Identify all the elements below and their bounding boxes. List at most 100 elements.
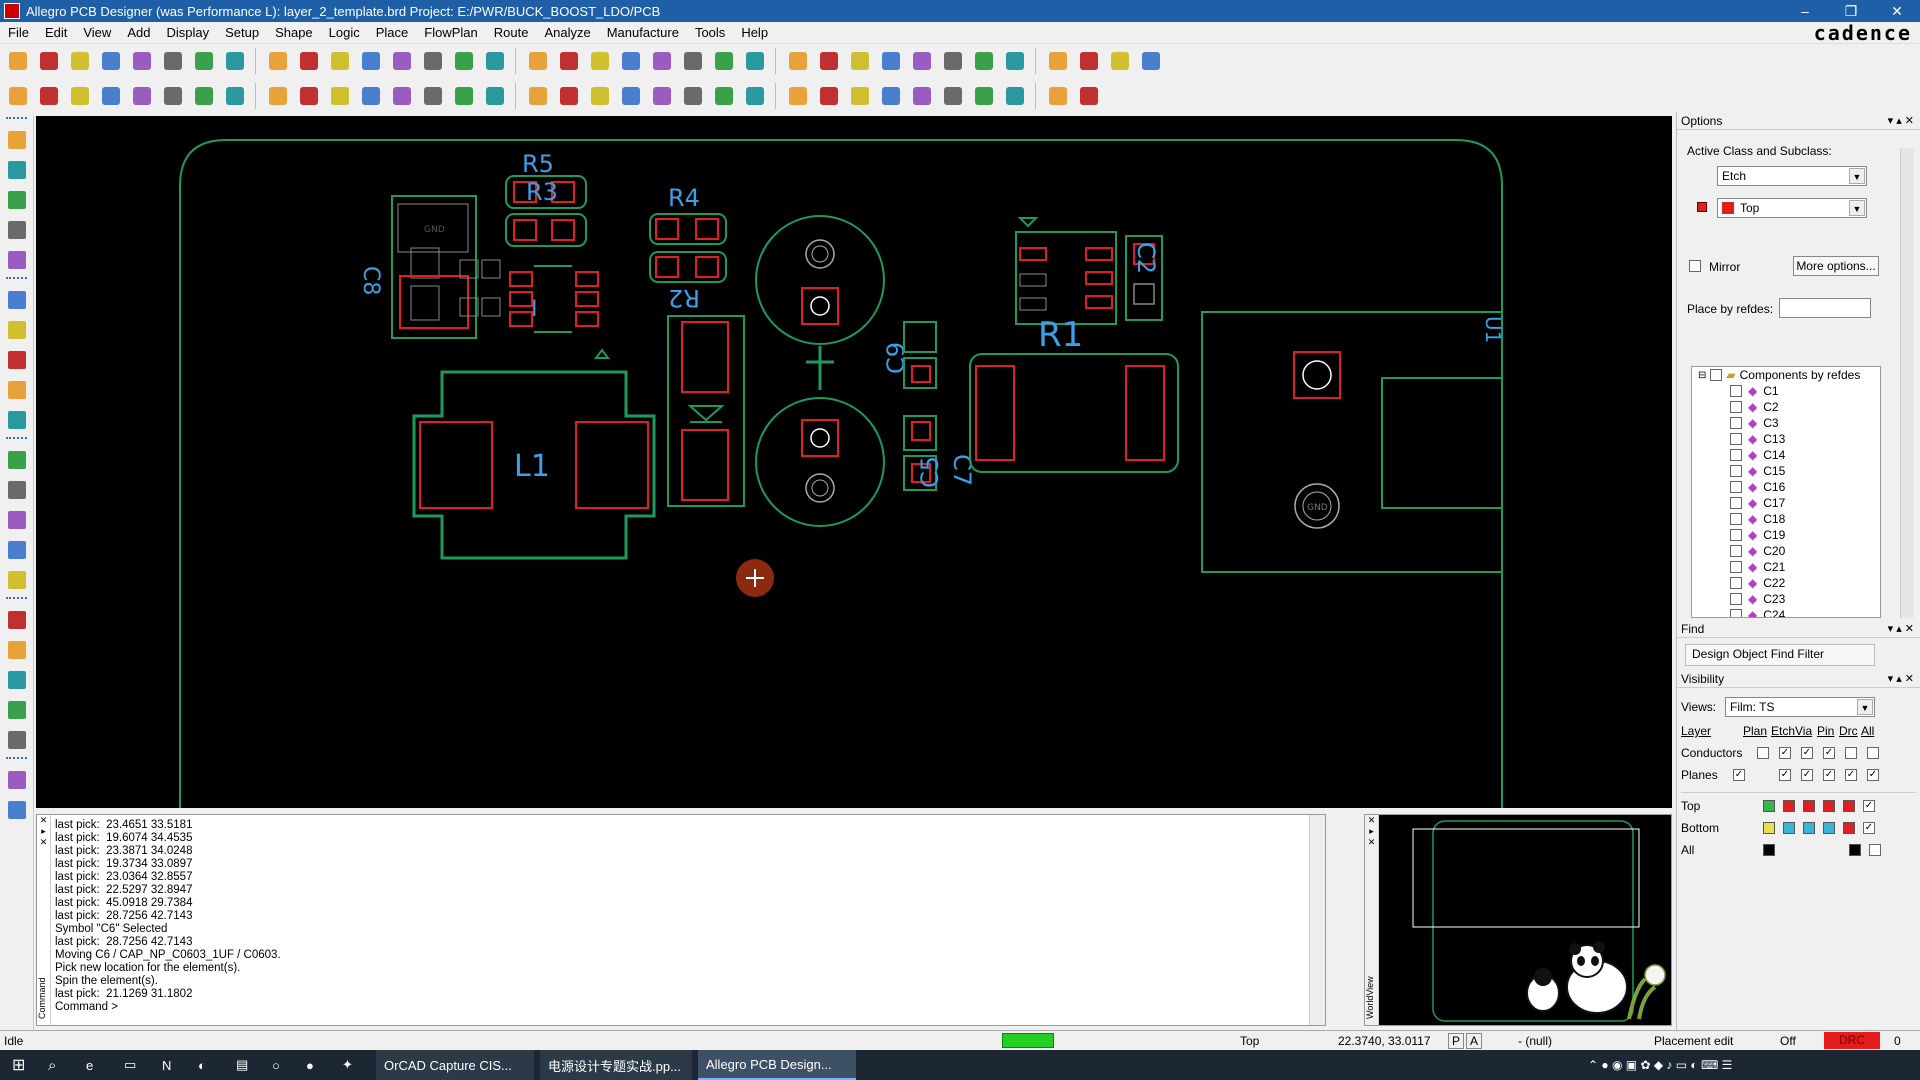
status-drc[interactable]: DRC — [1824, 1032, 1880, 1049]
bottom-etch-swatch[interactable] — [1783, 822, 1795, 834]
bottom-pin-swatch[interactable] — [1823, 822, 1835, 834]
secondary-tool-21-icon[interactable] — [648, 82, 676, 110]
main-tool-14-icon[interactable] — [419, 47, 447, 75]
search-icon[interactable]: ⌕ — [40, 1050, 64, 1080]
main-tool-8-icon[interactable] — [221, 47, 249, 75]
menu-help[interactable]: Help — [733, 25, 776, 40]
left-tool-3-icon[interactable] — [4, 187, 30, 213]
menu-route[interactable]: Route — [486, 25, 537, 40]
left-tool-5-icon[interactable] — [4, 247, 30, 273]
command-scrollbar[interactable] — [1309, 815, 1325, 1025]
tree-item[interactable]: ◆ C15 — [1692, 463, 1880, 479]
left-tool-12-icon[interactable] — [4, 477, 30, 503]
tree-item[interactable]: ◆ C3 — [1692, 415, 1880, 431]
main-tool-16-icon[interactable] — [481, 47, 509, 75]
bottom-drc-swatch[interactable] — [1843, 822, 1855, 834]
left-tool-21-icon[interactable] — [4, 767, 30, 793]
tree-item[interactable]: ◆ C14 — [1692, 447, 1880, 463]
top-via-swatch[interactable] — [1803, 800, 1815, 812]
panel-controls-icon[interactable]: ▾ ▴ ✕ — [1888, 114, 1914, 127]
task-powerpoint[interactable]: 电源设计专题实战.pp... — [540, 1050, 692, 1080]
left-tool-11-icon[interactable] — [4, 447, 30, 473]
menu-manufacture[interactable]: Manufacture — [599, 25, 687, 40]
menu-logic[interactable]: Logic — [321, 25, 368, 40]
planes-plan-checkbox[interactable]: ✓ — [1733, 769, 1745, 781]
left-tool-2-icon[interactable] — [4, 157, 30, 183]
secondary-tool-3-icon[interactable] — [66, 82, 94, 110]
main-tool-19-icon[interactable] — [586, 47, 614, 75]
secondary-tool-9-icon[interactable] — [264, 82, 292, 110]
secondary-tool-1-icon[interactable] — [4, 82, 32, 110]
planes-etch-checkbox[interactable]: ✓ — [1779, 769, 1791, 781]
left-tool-22-icon[interactable] — [4, 797, 30, 823]
secondary-tool-20-icon[interactable] — [617, 82, 645, 110]
top-drc-swatch[interactable] — [1843, 800, 1855, 812]
secondary-tool-34-icon[interactable] — [1075, 82, 1103, 110]
secondary-tool-25-icon[interactable] — [784, 82, 812, 110]
main-tool-2-icon[interactable] — [35, 47, 63, 75]
tree-item[interactable]: ◆ C18 — [1692, 511, 1880, 527]
left-tool-6-icon[interactable] — [4, 287, 30, 313]
main-tool-35-icon[interactable] — [1106, 47, 1134, 75]
secondary-tool-32-icon[interactable] — [1001, 82, 1029, 110]
tree-item[interactable]: ◆ C19 — [1692, 527, 1880, 543]
main-tool-33-icon[interactable] — [1044, 47, 1072, 75]
secondary-tool-18-icon[interactable] — [555, 82, 583, 110]
main-tool-22-icon[interactable] — [679, 47, 707, 75]
main-tool-5-icon[interactable] — [128, 47, 156, 75]
world-view[interactable]: ✕ ▸ ✕ WorldView — [1364, 814, 1672, 1026]
main-tool-15-icon[interactable] — [450, 47, 478, 75]
more-options-button[interactable]: More options... — [1793, 256, 1879, 276]
start-icon[interactable]: ⊞ — [4, 1050, 33, 1080]
menu-place[interactable]: Place — [368, 25, 417, 40]
main-tool-17-icon[interactable] — [524, 47, 552, 75]
left-tool-19-icon[interactable] — [4, 697, 30, 723]
main-tool-25-icon[interactable] — [784, 47, 812, 75]
bottom-all-checkbox[interactable]: ✓ — [1863, 822, 1875, 834]
main-tool-3-icon[interactable] — [66, 47, 94, 75]
secondary-tool-26-icon[interactable] — [815, 82, 843, 110]
left-tool-8-icon[interactable] — [4, 347, 30, 373]
secondary-tool-23-icon[interactable] — [710, 82, 738, 110]
tree-item[interactable]: ◆ C23 — [1692, 591, 1880, 607]
menu-analyze[interactable]: Analyze — [536, 25, 598, 40]
planes-all-checkbox[interactable]: ✓ — [1867, 769, 1879, 781]
panel-controls-icon[interactable]: ▾ ▴ ✕ — [1888, 672, 1914, 685]
menu-tools[interactable]: Tools — [687, 25, 733, 40]
secondary-tool-30-icon[interactable] — [939, 82, 967, 110]
main-tool-28-icon[interactable] — [877, 47, 905, 75]
views-select[interactable]: Film: TS ▼ — [1725, 697, 1875, 717]
secondary-tool-7-icon[interactable] — [190, 82, 218, 110]
status-p-toggle[interactable]: P — [1448, 1033, 1465, 1049]
tree-item[interactable]: ◆ C13 — [1692, 431, 1880, 447]
design-canvas[interactable]: GND C8 I R5 R3 R4 R2 L1 C9 C7 C5 C2 R1 G… — [36, 116, 1672, 808]
class-select[interactable]: Etch ▼ — [1717, 166, 1867, 186]
bottom-via-swatch[interactable] — [1803, 822, 1815, 834]
main-tool-18-icon[interactable] — [555, 47, 583, 75]
panel-controls-icon[interactable]: ▾ ▴ ✕ — [1888, 622, 1914, 635]
main-tool-20-icon[interactable] — [617, 47, 645, 75]
main-tool-6-icon[interactable] — [159, 47, 187, 75]
main-tool-24-icon[interactable] — [741, 47, 769, 75]
secondary-tool-11-icon[interactable] — [326, 82, 354, 110]
left-tool-1-icon[interactable] — [4, 127, 30, 153]
menu-setup[interactable]: Setup — [217, 25, 267, 40]
restore-button[interactable]: ❐ — [1828, 3, 1874, 20]
all-drc-swatch[interactable] — [1849, 844, 1861, 856]
secondary-tool-24-icon[interactable] — [741, 82, 769, 110]
left-tool-7-icon[interactable] — [4, 317, 30, 343]
main-tool-4-icon[interactable] — [97, 47, 125, 75]
main-tool-31-icon[interactable] — [970, 47, 998, 75]
tree-item[interactable]: ◆ C21 — [1692, 559, 1880, 575]
main-tool-1-icon[interactable] — [4, 47, 32, 75]
secondary-tool-19-icon[interactable] — [586, 82, 614, 110]
secondary-tool-17-icon[interactable] — [524, 82, 552, 110]
conductors-pin-checkbox[interactable]: ✓ — [1823, 747, 1835, 759]
secondary-tool-4-icon[interactable] — [97, 82, 125, 110]
task-orcad[interactable]: OrCAD Capture CIS... — [376, 1050, 534, 1080]
secondary-tool-31-icon[interactable] — [970, 82, 998, 110]
all-all-checkbox[interactable] — [1869, 844, 1881, 856]
secondary-tool-16-icon[interactable] — [481, 82, 509, 110]
onenote-icon[interactable]: N — [154, 1050, 179, 1080]
app-icon-1[interactable]: ◐ — [190, 1050, 214, 1080]
